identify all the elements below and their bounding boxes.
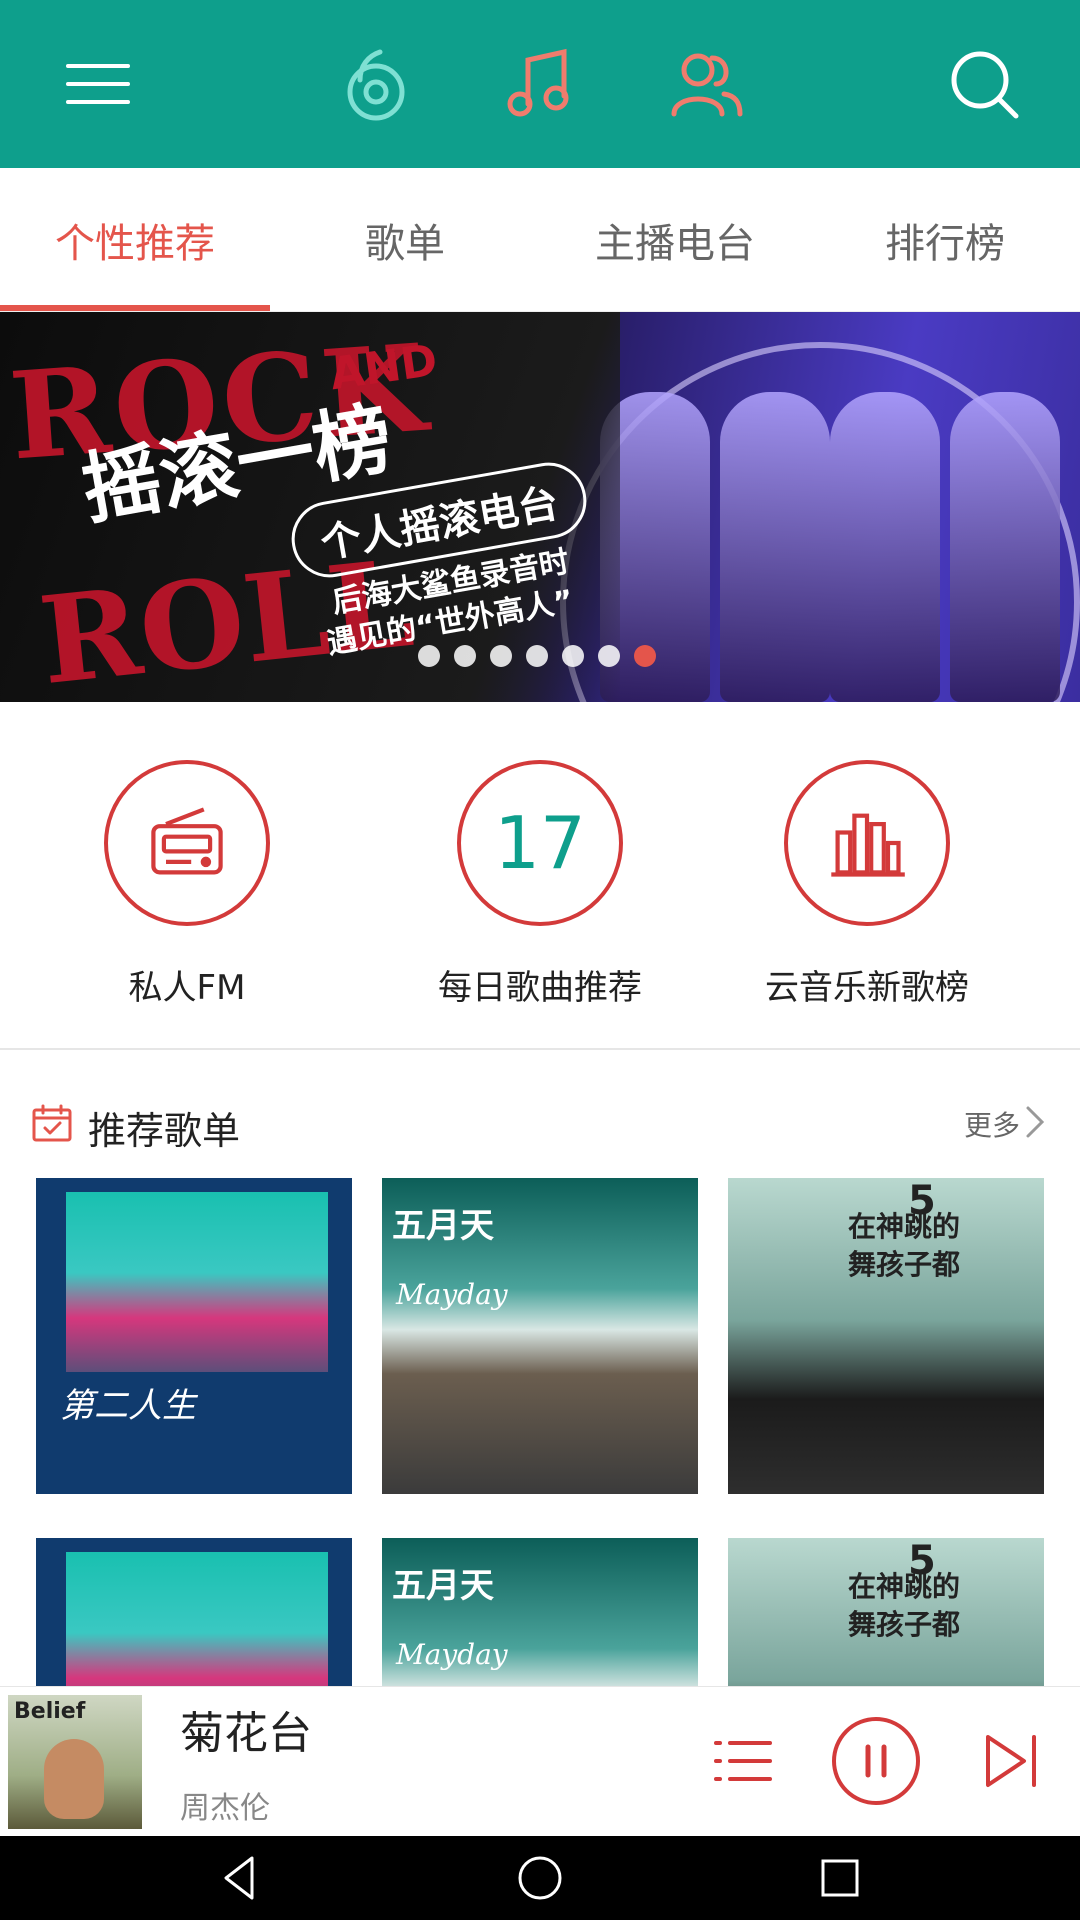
song-title: 菊花台	[180, 1708, 312, 1759]
page-dot[interactable]	[562, 645, 584, 667]
list-icon	[714, 1741, 772, 1781]
pause-button[interactable]	[828, 1713, 924, 1809]
banner-page-indicator	[418, 645, 656, 667]
new-songs-chart-label: 云音乐新歌榜	[765, 968, 969, 1008]
page-dot[interactable]	[454, 645, 476, 667]
top-toolbar	[0, 0, 1080, 168]
nav-home-button[interactable]	[510, 1848, 570, 1908]
new-songs-chart-circle	[784, 760, 950, 926]
album-art[interactable]: Belief	[8, 1695, 142, 1829]
nav-back-button[interactable]	[212, 1848, 272, 1908]
cover-subtext: Mayday	[396, 1278, 508, 1311]
home-circle-icon	[518, 1856, 562, 1900]
song-artist: 周杰伦	[180, 1791, 270, 1826]
tab-recommend[interactable]: 个性推荐	[0, 168, 270, 312]
cover-text: 在神跳的舞孩子都	[848, 1210, 961, 1281]
nav-recents-button[interactable]	[810, 1848, 870, 1908]
promo-banner[interactable]: ROCK AND ROLL 摇滚一榜 个人摇滚电台 后海大鲨鱼录音时 遇见的“世…	[0, 312, 1080, 702]
chevron-right-icon[interactable]	[1024, 1102, 1046, 1142]
menu-icon[interactable]	[54, 42, 138, 126]
playlist-cover[interactable]: 五月天 Mayday	[382, 1178, 698, 1494]
page-dot[interactable]	[598, 645, 620, 667]
band-member	[950, 392, 1060, 702]
album-art-figure	[44, 1739, 104, 1819]
app: 个性推荐 歌单 主播电台 排行榜 ROCK AND ROLL 摇滚一榜 个人摇滚…	[0, 0, 1080, 1920]
page-dot-active[interactable]	[634, 645, 656, 667]
page-dot[interactable]	[526, 645, 548, 667]
album-art-text: Belief	[14, 1699, 86, 1724]
recents-square-icon	[821, 1859, 859, 1897]
playlist-cover[interactable]: 第二人生	[36, 1178, 352, 1494]
private-fm-button[interactable]: 私人FM	[37, 760, 337, 1009]
mini-player[interactable]: Belief 菊花台 周杰伦	[0, 1686, 1080, 1836]
bar-chart-icon	[831, 813, 905, 877]
playlist-grid: 第二人生 五月天 Mayday 5 在神跳的舞孩子都 五月天 Mayday 5 …	[0, 1178, 1080, 1688]
daily-recommend-button[interactable]: 17 每日歌曲推荐	[390, 760, 690, 1009]
recommended-playlists-header: 推荐歌单 更多	[0, 1080, 1080, 1170]
cover-text: 在神跳的舞孩子都	[848, 1570, 961, 1641]
page-dot[interactable]	[490, 645, 512, 667]
cover-text: 五月天	[392, 1566, 494, 1606]
tab-charts[interactable]: 排行榜	[810, 168, 1080, 312]
cover-subtext: Mayday	[396, 1638, 508, 1671]
daily-recommend-circle: 17	[457, 760, 623, 926]
more-link[interactable]: 更多	[964, 1104, 1020, 1144]
private-fm-circle	[104, 760, 270, 926]
cover-art	[66, 1192, 328, 1372]
cover-text: 五月天	[392, 1206, 494, 1246]
tab-indicator	[0, 305, 270, 311]
search-icon[interactable]	[942, 42, 1026, 126]
section-title: 推荐歌单	[88, 1109, 241, 1153]
discover-music-icon[interactable]	[332, 42, 416, 126]
quick-actions: 私人FM 17 每日歌曲推荐 云音乐新歌榜	[0, 702, 1080, 1050]
cover-text: 第二人生	[60, 1386, 196, 1426]
friends-icon[interactable]	[664, 42, 748, 126]
pause-icon	[832, 1717, 920, 1805]
calendar-check-icon	[32, 1104, 72, 1142]
back-triangle-icon	[224, 1856, 254, 1900]
playlist-cover[interactable]: 五月天 Mayday	[382, 1538, 698, 1688]
tab-radio[interactable]: 主播电台	[540, 168, 810, 312]
skip-next-icon	[986, 1735, 1036, 1787]
calendar-day-number: 17	[494, 801, 586, 885]
playlist-cover[interactable]: 5 在神跳的舞孩子都	[728, 1178, 1044, 1494]
private-fm-label: 私人FM	[128, 968, 246, 1008]
music-note-icon[interactable]	[498, 42, 582, 126]
next-track-button[interactable]	[962, 1713, 1058, 1809]
playlist-queue-button[interactable]	[694, 1713, 790, 1809]
playlist-cover[interactable]	[36, 1538, 352, 1688]
new-songs-chart-button[interactable]: 云音乐新歌榜	[717, 760, 1017, 1009]
playlist-cover[interactable]: 5 在神跳的舞孩子都	[728, 1538, 1044, 1688]
band-member	[830, 392, 940, 702]
band-member	[720, 392, 830, 702]
system-nav-bar	[0, 1836, 1080, 1920]
radio-icon	[151, 807, 223, 875]
daily-recommend-label: 每日歌曲推荐	[438, 968, 642, 1008]
category-tabs: 个性推荐 歌单 主播电台 排行榜	[0, 168, 1080, 312]
tab-playlists[interactable]: 歌单	[270, 168, 540, 312]
page-dot[interactable]	[418, 645, 440, 667]
cover-art	[66, 1552, 328, 1688]
